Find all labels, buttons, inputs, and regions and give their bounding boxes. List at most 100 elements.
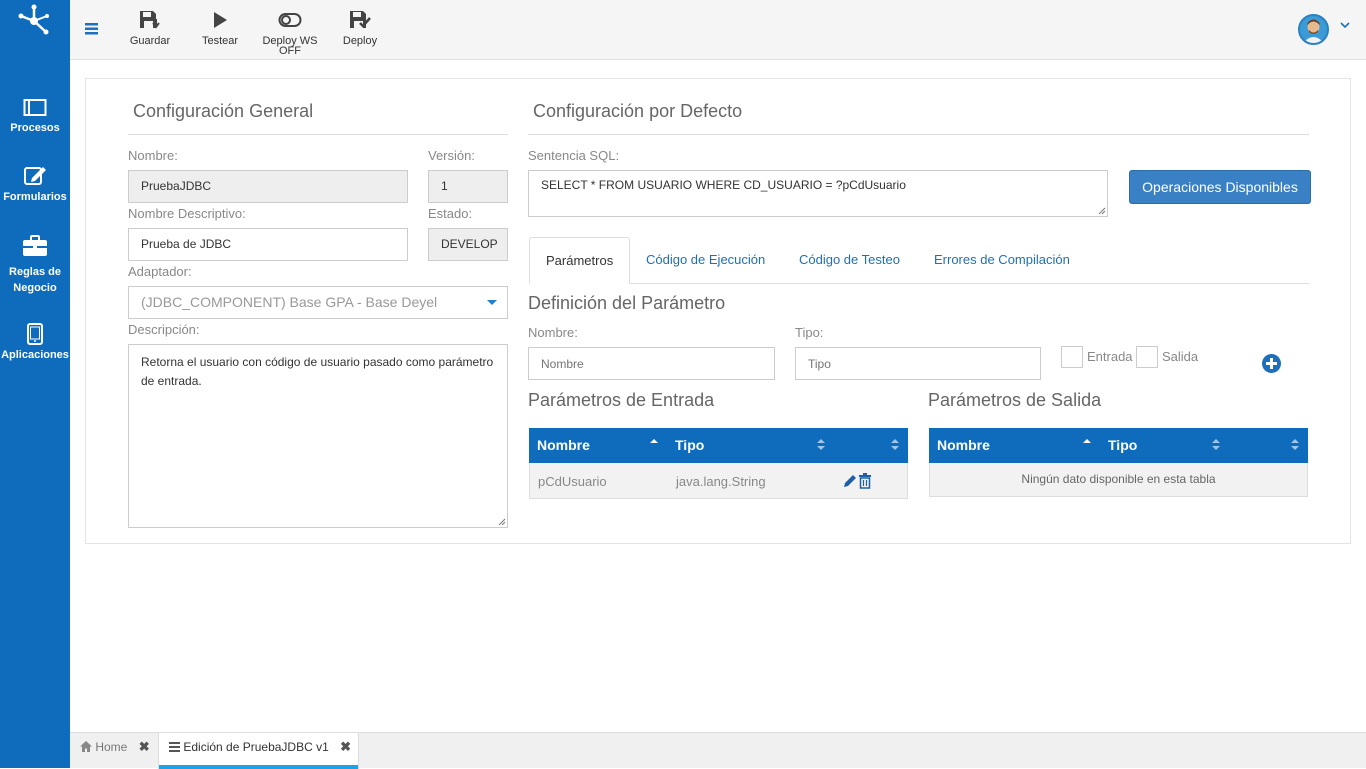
edit-icon: [24, 167, 46, 185]
cell-type: java.lang.String: [676, 474, 766, 489]
tab-parametros[interactable]: Parámetros: [529, 237, 631, 284]
sidebar-item-label: Formularios: [3, 191, 67, 203]
logo-icon[interactable]: [17, 3, 51, 35]
defaults-title: Configuración por Defecto: [533, 101, 743, 121]
deploy-ws-state: OFF: [279, 45, 301, 57]
input-params-title: Parámetros de Entrada: [528, 390, 715, 410]
param-name-label: Nombre:: [528, 325, 578, 340]
sidebar-item-reglas[interactable]: Reglas de Negocio: [0, 234, 70, 296]
version-field[interactable]: 1: [428, 170, 508, 203]
adapter-select[interactable]: (JDBC_COMPONENT) Base GPA - Base Deyel: [128, 286, 508, 319]
chevron-down-icon[interactable]: [1340, 21, 1350, 29]
bottom-tab-bar: Home ✖ Edición de PruebaJDBC v1 ✖: [70, 732, 1366, 769]
status-field[interactable]: DEVELOP: [428, 228, 508, 261]
pencil-icon[interactable]: [842, 473, 858, 489]
active-tab-indicator: [159, 765, 358, 769]
input-params-table: Nombre Tipo pCdUsuario java.lang.String: [529, 428, 908, 499]
desc-name-field[interactable]: Prueba de JDBC: [128, 228, 408, 261]
sort-icon[interactable]: [1083, 428, 1093, 463]
salida-label: Salida: [1162, 349, 1199, 364]
version-label: Versión:: [428, 148, 475, 163]
close-icon[interactable]: ✖: [340, 733, 351, 761]
tab-codigo-ejecucion[interactable]: Código de Ejecución: [630, 237, 781, 284]
description-text: Retorna el usuario con código de usuario…: [141, 355, 494, 388]
sidebar-item-formularios[interactable]: Formularios: [0, 163, 70, 205]
salida-checkbox[interactable]: [1136, 346, 1158, 368]
operations-button[interactable]: Operaciones Disponibles: [1129, 170, 1311, 204]
param-type-input[interactable]: [795, 347, 1041, 380]
tablet-icon: [27, 323, 43, 345]
menu-icon[interactable]: [84, 20, 100, 36]
col-tipo[interactable]: Tipo: [1108, 428, 1137, 463]
toolbar: Guardar Testear Deploy WS OFF Deploy: [70, 0, 1366, 60]
param-def-title: Definición del Parámetro: [528, 293, 726, 313]
sort-icon[interactable]: [891, 428, 901, 463]
bottom-tab-edicion[interactable]: Edición de PruebaJDBC v1 ✖: [158, 733, 359, 769]
output-params-table: Nombre Tipo Ningún dato disponible en es…: [929, 428, 1308, 497]
test-button[interactable]: Testear: [198, 10, 242, 47]
entrada-label: Entrada: [1087, 349, 1133, 364]
sidebar-item-label: Procesos: [10, 122, 60, 134]
save-icon: [140, 11, 160, 29]
home-icon: [80, 741, 92, 752]
resize-handle-icon[interactable]: [1098, 207, 1106, 215]
resize-handle-icon[interactable]: [498, 518, 506, 526]
test-label: Testear: [201, 35, 239, 47]
param-name-input[interactable]: [528, 347, 775, 380]
col-nombre[interactable]: Nombre: [937, 428, 990, 463]
add-param-button[interactable]: [1262, 354, 1281, 373]
bottom-tab-label: Edición de PruebaJDBC v1: [183, 740, 329, 754]
editor-panel: Configuración General Nombre: PruebaJDBC…: [85, 78, 1351, 544]
param-type-label: Tipo:: [795, 325, 824, 340]
sort-icon[interactable]: [1212, 428, 1222, 463]
bottom-tab-label: Home: [95, 740, 128, 754]
cell-name: pCdUsuario: [538, 474, 607, 489]
close-icon[interactable]: ✖: [139, 733, 150, 761]
toggle-icon: [278, 13, 302, 27]
sort-icon[interactable]: [1291, 428, 1301, 463]
avatar[interactable]: [1298, 14, 1329, 45]
save-label: Guardar: [129, 35, 171, 47]
tab-errores-compilacion[interactable]: Errores de Compilación: [918, 237, 1086, 284]
adapter-value: (JDBC_COMPONENT) Base GPA - Base Deyel: [141, 294, 438, 310]
deploy-icon: [350, 11, 371, 28]
play-icon: [214, 12, 227, 28]
status-label: Estado:: [428, 206, 473, 221]
deploy-ws-toggle[interactable]: Deploy WS OFF: [260, 10, 320, 57]
sidebar-item-label: Reglas de Negocio: [9, 266, 61, 294]
empty-table-message: Ningún dato disponible en esta tabla: [1021, 472, 1216, 486]
bottom-tab-home[interactable]: Home ✖: [80, 733, 158, 769]
list-icon: [169, 742, 180, 752]
divider: [128, 134, 508, 135]
name-field[interactable]: PruebaJDBC: [128, 170, 408, 203]
general-title: Configuración General: [133, 101, 314, 121]
entrada-checkbox[interactable]: [1061, 346, 1083, 368]
sql-textarea[interactable]: SELECT * FROM USUARIO WHERE CD_USUARIO =…: [528, 170, 1108, 217]
name-label: Nombre:: [128, 148, 178, 163]
description-label: Descripción:: [128, 322, 200, 337]
adapter-label: Adaptador:: [128, 264, 192, 279]
divider: [528, 134, 1309, 135]
trash-icon[interactable]: [858, 473, 872, 489]
table-header: Nombre Tipo: [929, 428, 1308, 463]
user-avatar-icon: [1303, 19, 1324, 43]
deploy-label: Deploy: [342, 35, 378, 47]
sidebar-item-aplicaciones[interactable]: Aplicaciones: [0, 323, 70, 363]
sort-icon[interactable]: [650, 428, 660, 463]
sidebar: Procesos Formularios Reglas de Negocio A…: [0, 0, 70, 768]
caret-down-icon: [487, 300, 497, 305]
table-header: Nombre Tipo: [529, 428, 908, 463]
output-params-title: Parámetros de Salida: [928, 390, 1102, 410]
col-nombre[interactable]: Nombre: [537, 428, 590, 463]
description-textarea[interactable]: Retorna el usuario con código de usuario…: [128, 344, 508, 528]
window-icon: [23, 99, 47, 116]
sql-text: SELECT * FROM USUARIO WHERE CD_USUARIO =…: [541, 178, 906, 192]
save-button[interactable]: Guardar: [128, 10, 172, 47]
sql-label: Sentencia SQL:: [528, 148, 620, 163]
briefcase-icon: [23, 235, 47, 256]
col-tipo[interactable]: Tipo: [675, 428, 704, 463]
deploy-button[interactable]: Deploy: [338, 10, 382, 47]
tab-codigo-testeo[interactable]: Código de Testeo: [783, 237, 916, 284]
sidebar-item-procesos[interactable]: Procesos: [0, 98, 70, 136]
sort-icon[interactable]: [817, 428, 827, 463]
